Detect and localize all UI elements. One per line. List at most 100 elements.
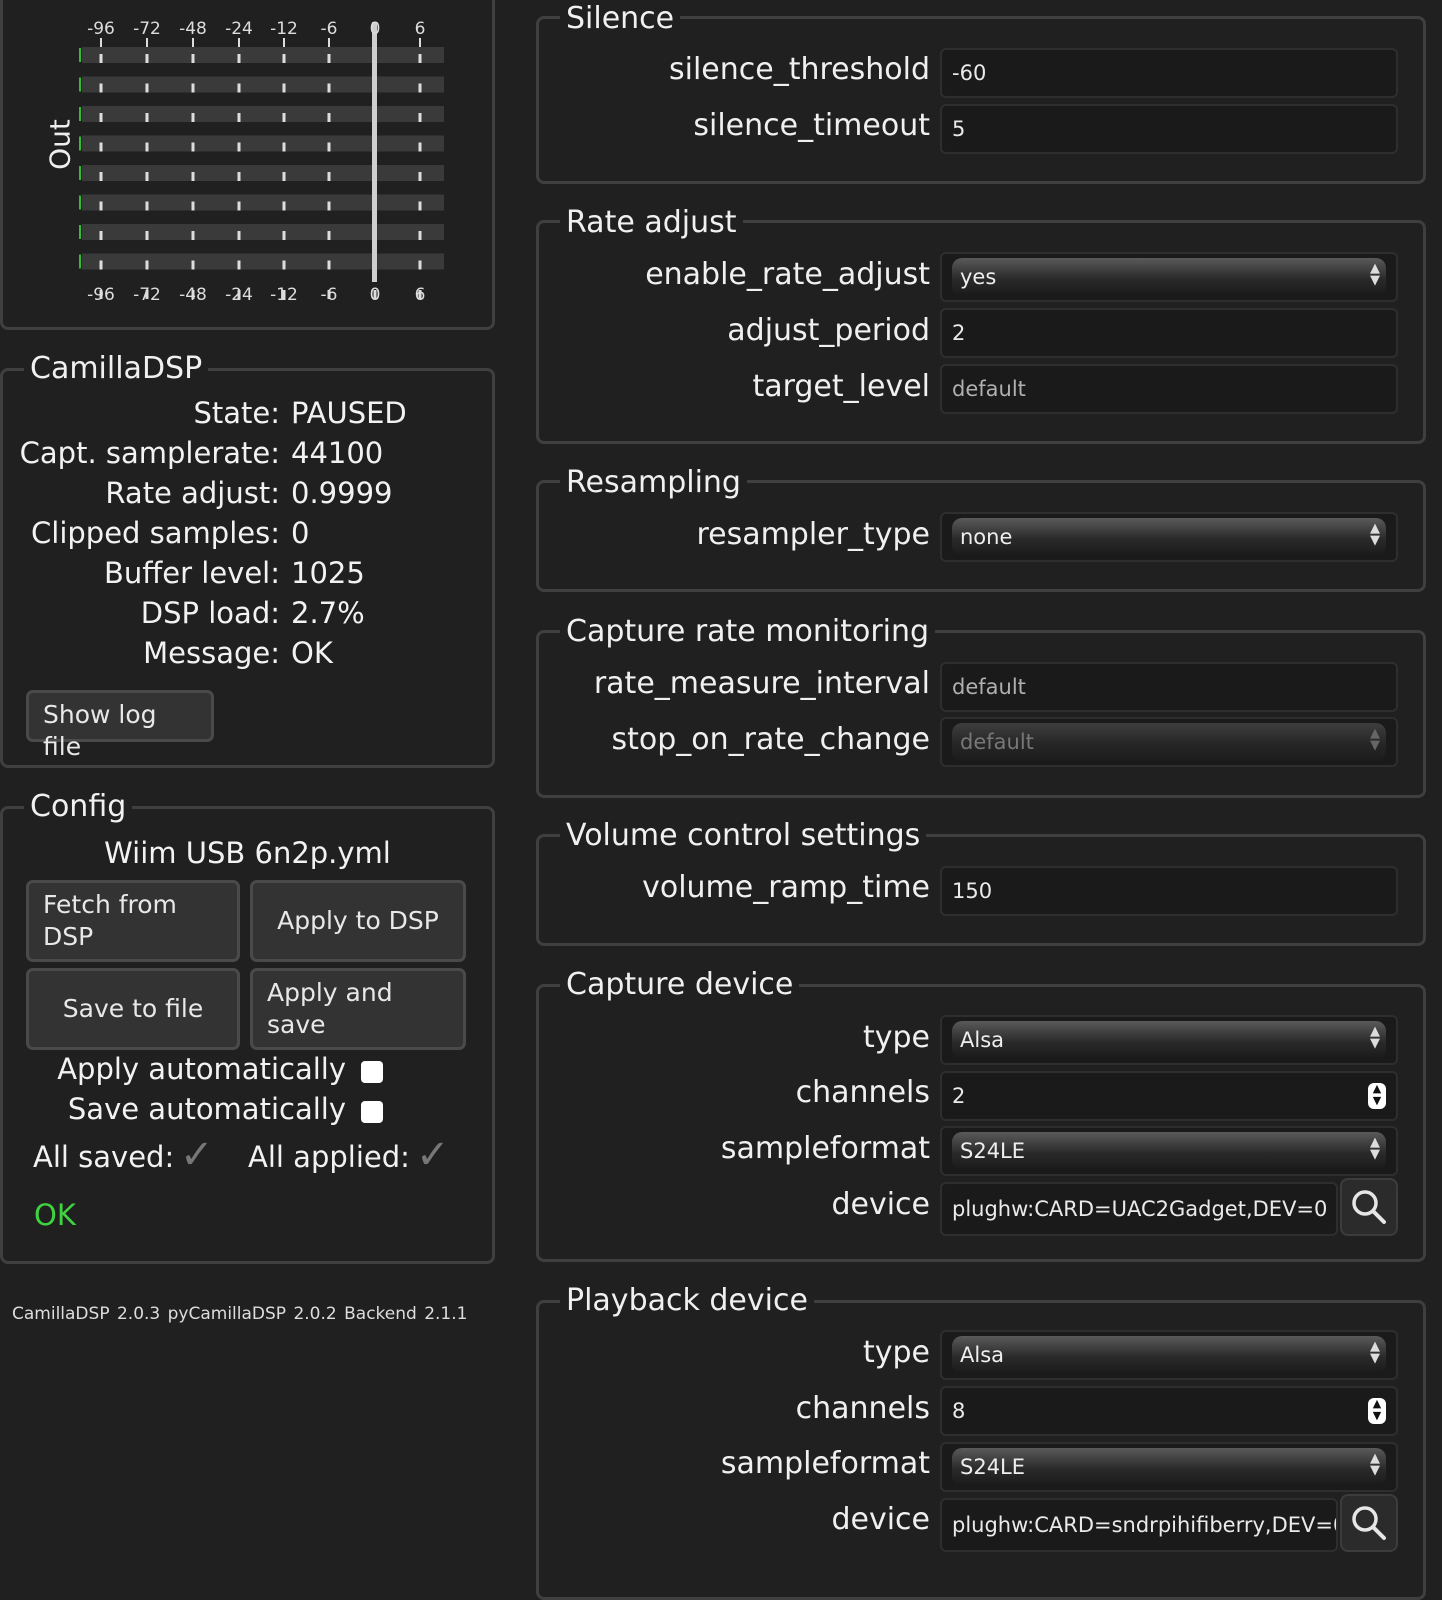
resampler-type-select[interactable]: none ▲ ▼ xyxy=(940,512,1398,562)
save-to-file-button[interactable]: Save to file xyxy=(26,968,240,1050)
silence-timeout-label: silence_timeout xyxy=(693,108,930,143)
playback-channels-label: channels xyxy=(795,1391,930,1426)
status-rate-adjust-value: 0.9999 xyxy=(291,476,393,510)
target-level-input[interactable]: default xyxy=(940,364,1398,414)
status-message-value: OK xyxy=(291,636,333,670)
scale-label: 0 xyxy=(370,285,381,305)
status-state-value: PAUSED xyxy=(291,396,407,430)
capture-rate-legend: Capture rate monitoring xyxy=(560,615,936,649)
search-icon xyxy=(1352,1506,1386,1540)
status-key: Capt. samplerate: xyxy=(19,436,280,470)
config-filename: Wiim USB 6n2p.yml xyxy=(104,836,391,870)
scale-label: -6 xyxy=(321,285,338,305)
status-message-row: Message: xyxy=(0,636,280,676)
stop-on-rate-change-select[interactable]: default ▲ ▼ xyxy=(940,717,1398,767)
scale-label: -24 xyxy=(225,19,253,39)
status-samplerate-row: Capt. samplerate: xyxy=(0,436,280,476)
channel-level xyxy=(79,48,81,62)
playback-device-input[interactable]: plughw:CARD=sndrpihifiberry,DEV=0 xyxy=(940,1498,1338,1552)
config-status: OK xyxy=(34,1198,76,1232)
silence-threshold-label: silence_threshold xyxy=(668,52,930,87)
enable-rate-adjust-label: enable_rate_adjust xyxy=(645,257,930,292)
volume-legend: Volume control settings xyxy=(560,819,927,853)
capture-channels-input[interactable]: 2 ▲ ▼ xyxy=(940,1071,1398,1121)
show-log-button[interactable]: Show log file xyxy=(26,690,214,761)
channel-bar xyxy=(82,253,444,270)
apply-and-save-button[interactable]: Apply and save xyxy=(250,968,466,1050)
status-key: Rate adjust: xyxy=(105,476,280,510)
level-meter: -96 -96 -72 -72 -48 -48 -24 -24 -12 -12 -6 -6 0 0 6 6 xyxy=(79,19,444,305)
silence-panel xyxy=(536,16,1426,184)
channel-bar xyxy=(82,224,444,240)
capture-channels-label: channels xyxy=(795,1075,930,1110)
applied-check-icon: ✓ xyxy=(416,1132,450,1178)
save-automatically-label: Save automatically xyxy=(67,1092,346,1126)
version-footer: CamillaDSP 2.0.3 pyCamillaDSP 2.0.2 Back… xyxy=(12,1304,468,1324)
status-rate-adjust-row: Rate adjust: xyxy=(0,476,280,516)
silence-timeout-input[interactable]: 5 xyxy=(940,104,1398,154)
apply-automatically-label: Apply automatically xyxy=(57,1052,346,1086)
status-load-value: 2.7% xyxy=(291,596,365,630)
scale-label: -72 xyxy=(133,19,161,39)
zero-db-line xyxy=(372,22,377,282)
silence-threshold-input[interactable]: -60 xyxy=(940,48,1398,98)
scale-label: -12 xyxy=(270,285,298,305)
all-saved-label: All saved: xyxy=(33,1140,175,1174)
playback-device-search-button[interactable] xyxy=(1340,1494,1398,1552)
playback-sampleformat-select[interactable]: S24LE ▲ ▼ xyxy=(940,1442,1398,1492)
rate-adjust-legend: Rate adjust xyxy=(560,206,743,240)
adjust-period-input[interactable]: 2 xyxy=(940,308,1398,358)
scale-label: 0 xyxy=(370,19,381,39)
fetch-from-dsp-button[interactable]: Fetch from DSP xyxy=(26,880,240,962)
stepper-icon[interactable]: ▲ ▼ xyxy=(1368,1398,1386,1424)
status-load-row: DSP load: xyxy=(0,596,280,636)
resampling-legend: Resampling xyxy=(560,466,747,500)
channel-level xyxy=(79,166,81,180)
adjust-period-label: adjust_period xyxy=(727,313,930,348)
stepper-icon[interactable]: ▲ ▼ xyxy=(1368,1083,1386,1109)
scale-label: -48 xyxy=(179,285,207,305)
status-buffer-value: 1025 xyxy=(291,556,365,590)
capture-type-select[interactable]: Alsa ▲ ▼ xyxy=(940,1015,1398,1065)
capture-sampleformat-label: sampleformat xyxy=(720,1131,930,1166)
save-automatically-checkbox[interactable] xyxy=(361,1101,383,1123)
rate-measure-interval-input[interactable]: default xyxy=(940,662,1398,712)
channel-bar xyxy=(82,135,444,152)
scale-label: -48 xyxy=(179,19,207,39)
capture-sampleformat-select[interactable]: S24LE ▲ ▼ xyxy=(940,1126,1398,1176)
select-value: Alsa xyxy=(960,1343,1005,1367)
enable-rate-adjust-select[interactable]: yes ▲ ▼ xyxy=(940,252,1398,302)
channel-bar xyxy=(82,194,444,211)
scale-label: -96 xyxy=(87,285,115,305)
select-arrows-icon: ▲ ▼ xyxy=(1370,1339,1380,1366)
channel-bar xyxy=(82,165,444,181)
volume-ramp-time-input[interactable]: 150 xyxy=(940,866,1398,916)
scale-label: -24 xyxy=(225,285,253,305)
status-key: Message: xyxy=(143,636,280,670)
select-arrows-icon: ▲ ▼ xyxy=(1370,726,1380,753)
playback-sampleformat-label: sampleformat xyxy=(720,1446,930,1481)
capture-device-search-button[interactable] xyxy=(1340,1178,1398,1236)
scale-label: -12 xyxy=(270,19,298,39)
channel-level xyxy=(79,195,81,210)
playback-type-select[interactable]: Alsa ▲ ▼ xyxy=(940,1330,1398,1380)
select-value: S24LE xyxy=(960,1455,1026,1479)
status-buffer-row: Buffer level: xyxy=(0,556,280,596)
capture-device-legend: Capture device xyxy=(560,968,800,1002)
apply-automatically-checkbox[interactable] xyxy=(361,1061,383,1083)
capture-type-label: type xyxy=(862,1020,930,1055)
select-arrows-icon: ▲ ▼ xyxy=(1370,1135,1380,1162)
select-value: yes xyxy=(960,265,997,289)
status-key: DSP load: xyxy=(140,596,280,630)
playback-device-legend: Playback device xyxy=(560,1284,814,1318)
playback-channels-input[interactable]: 8 ▲ ▼ xyxy=(940,1386,1398,1436)
channel-bar xyxy=(82,76,444,93)
playback-type-label: type xyxy=(862,1335,930,1370)
status-key: State: xyxy=(193,396,280,430)
apply-to-dsp-button[interactable]: Apply to DSP xyxy=(250,880,466,962)
status-key: Buffer level: xyxy=(104,556,280,590)
scale-label: -6 xyxy=(321,19,338,39)
capture-device-input[interactable]: plughw:CARD=UAC2Gadget,DEV=0 xyxy=(940,1182,1338,1236)
channel-bar xyxy=(82,106,444,122)
target-level-label: target_level xyxy=(752,369,930,404)
